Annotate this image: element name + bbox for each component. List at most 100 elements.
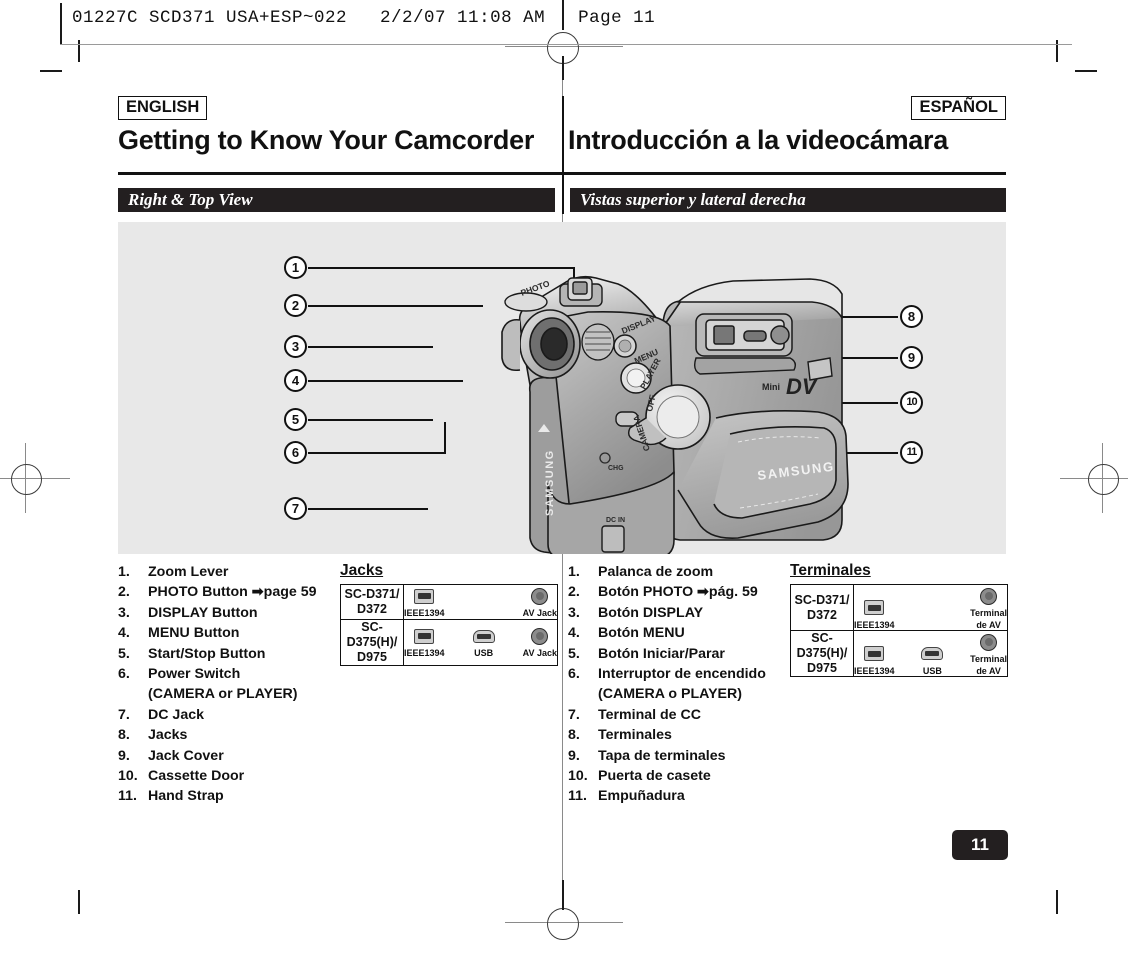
- list-item: 8. Jacks: [118, 725, 333, 745]
- svg-text:CHG: CHG: [608, 465, 624, 472]
- list-item-label: Botón MENU: [598, 625, 685, 642]
- model-line-3: D975: [807, 661, 837, 675]
- callout-3: 3: [284, 335, 307, 358]
- jacks-table-spanish: Terminales SC-D371/ D372 IEEE1394 Termin…: [790, 562, 1008, 677]
- parts-list-english: 1. Zoom Lever 2. PHOTO Button ➡page 59 3. D…: [118, 562, 333, 807]
- list-item: 2. Botón PHOTO ➡pág. 59: [568, 582, 783, 602]
- port-label: IEEE1394: [854, 619, 895, 630]
- list-item-number: 5.: [118, 645, 130, 662]
- callout-1: 1: [284, 256, 307, 279]
- list-item-label: Cassette Door: [148, 768, 245, 785]
- list-item: 6. Interruptor de encendido (CAMERA o PLAY…: [568, 664, 783, 705]
- av-jack-icon: [970, 631, 1007, 653]
- usb-icon: [921, 643, 944, 665]
- list-item: 5. Start/Stop Button: [118, 644, 333, 664]
- port-av-jack: AV Jack: [523, 625, 557, 659]
- list-item-label: Botón Iniciar/Parar: [598, 645, 725, 662]
- ieee1394-icon: [404, 625, 445, 647]
- port-label: IEEE1394: [404, 608, 445, 618]
- header-rule: [60, 44, 1072, 45]
- ports-cell: IEEE1394 USB Terminal de AV: [853, 630, 1008, 677]
- ieee1394-icon: [854, 597, 895, 619]
- model-line-1: SC-D371/: [794, 592, 850, 607]
- model-line-2: D372: [357, 601, 387, 616]
- port-label: AV Jack: [522, 648, 558, 659]
- callout-4: 4: [284, 369, 307, 392]
- list-item-number: 11.: [118, 788, 137, 805]
- header-rule-left: [60, 3, 62, 45]
- usb-icon: [472, 625, 495, 647]
- model-line-2: D372: [807, 607, 837, 622]
- table-row: SC- D375(H)/ D975 IEEE1394 USB: [340, 618, 558, 666]
- callout-9: 9: [900, 346, 923, 369]
- model-line-1: SC-: [811, 631, 833, 645]
- page-number-badge: 11: [952, 830, 1008, 860]
- printed-manual-page: 01227C SCD371 USA+ESP~022 2/2/07 11:08 A…: [0, 0, 1128, 954]
- port-label: Terminal: [970, 608, 1007, 618]
- language-badge-english: ENGLISH: [118, 96, 208, 120]
- list-item-subtext: (CAMERA o PLAYER): [598, 686, 742, 703]
- port-usb: USB: [921, 643, 944, 677]
- ports-cell: IEEE1394 Terminal de AV: [853, 584, 1008, 631]
- ports-cell: IEEE1394 USB AV Jack: [403, 618, 558, 666]
- port-label-line2: de AV: [976, 619, 1001, 630]
- list-item-number: 1.: [568, 564, 580, 580]
- list-item-label: DC Jack: [148, 706, 204, 723]
- model-line-1: SC-D371/: [344, 586, 400, 601]
- port-ieee1394: IEEE1394: [404, 625, 445, 659]
- callout-2: 2: [284, 294, 307, 317]
- list-item-number: 8.: [118, 727, 130, 744]
- model-cell: SC- D375(H)/ D975: [790, 630, 854, 677]
- table-row: SC-D371/ D372 IEEE1394 Terminal de AV: [790, 584, 1008, 631]
- callout-10: 10: [900, 391, 923, 414]
- list-item: 5. Botón Iniciar/Parar: [568, 644, 783, 664]
- list-item-label: Terminal de CC: [598, 706, 702, 723]
- svg-text:Mini: Mini: [762, 382, 780, 392]
- list-item: 3. Botón DISPLAY: [568, 603, 783, 623]
- model-cell: SC-D371/ D372: [790, 584, 854, 631]
- crop-mark-top-right-h: [1075, 70, 1097, 72]
- list-item-label: MENU Button: [148, 625, 240, 642]
- port-av-jack: AV Jack: [523, 585, 557, 619]
- svg-text:DV: DV: [786, 374, 819, 399]
- page-title-spanish: Introducción a la videocámara: [568, 125, 948, 155]
- av-jack-icon: [523, 585, 557, 607]
- list-item-text: Interruptor de encendido: [598, 666, 766, 683]
- list-item: 8. Terminales: [568, 725, 783, 745]
- registration-mark-left: [11, 464, 42, 495]
- list-item: 1. Zoom Lever: [118, 562, 333, 582]
- list-item-label: DISPLAY Button: [148, 604, 258, 621]
- av-jack-icon: [523, 625, 557, 647]
- list-item-number: 6.: [118, 666, 130, 683]
- model-cell: SC-D371/ D372: [340, 584, 404, 620]
- list-item: 2. PHOTO Button ➡page 59: [118, 582, 333, 602]
- list-item-number: 8.: [568, 727, 580, 744]
- port-ieee1394: IEEE1394: [404, 585, 445, 619]
- callout-8: 8: [900, 305, 923, 328]
- list-item-label: Start/Stop Button: [148, 645, 266, 662]
- callout-11: 11: [900, 441, 923, 464]
- parts-list-spanish: 1. Palanca de zoom 2. Botón PHOTO ➡pág. 59…: [568, 562, 783, 807]
- svg-text:DC IN: DC IN: [606, 517, 625, 524]
- list-item-label: Interruptor de encendido (CAMERA o PLAYER…: [598, 664, 783, 705]
- list-item-label: Jack Cover: [148, 747, 224, 764]
- jacks-table-title: Terminales: [790, 562, 871, 579]
- list-item: 4. MENU Button: [118, 623, 333, 643]
- list-item: 3. DISPLAY Button: [118, 603, 333, 623]
- registration-mark-bottom: [547, 908, 579, 940]
- callout-7: 7: [284, 497, 307, 520]
- list-item-number: 10.: [118, 768, 138, 785]
- crop-mark-bottom-left-v: [78, 890, 80, 914]
- list-item-label: Empuñadura: [598, 788, 685, 805]
- table-row: SC- D375(H)/ D975 IEEE1394 USB: [790, 630, 1008, 677]
- callout-5: 5: [284, 408, 307, 431]
- list-item: 7. Terminal de CC: [568, 705, 783, 725]
- port-label: USB: [922, 665, 942, 676]
- port-ieee1394: IEEE1394: [854, 643, 895, 677]
- list-item-number: 2.: [118, 584, 130, 601]
- list-item-number: 4.: [118, 625, 130, 642]
- port-label: AV Jack: [522, 608, 557, 618]
- port-ieee1394: IEEE1394: [854, 597, 895, 631]
- list-item: 4. Botón MENU: [568, 623, 783, 643]
- list-item-label: Jacks: [148, 727, 188, 744]
